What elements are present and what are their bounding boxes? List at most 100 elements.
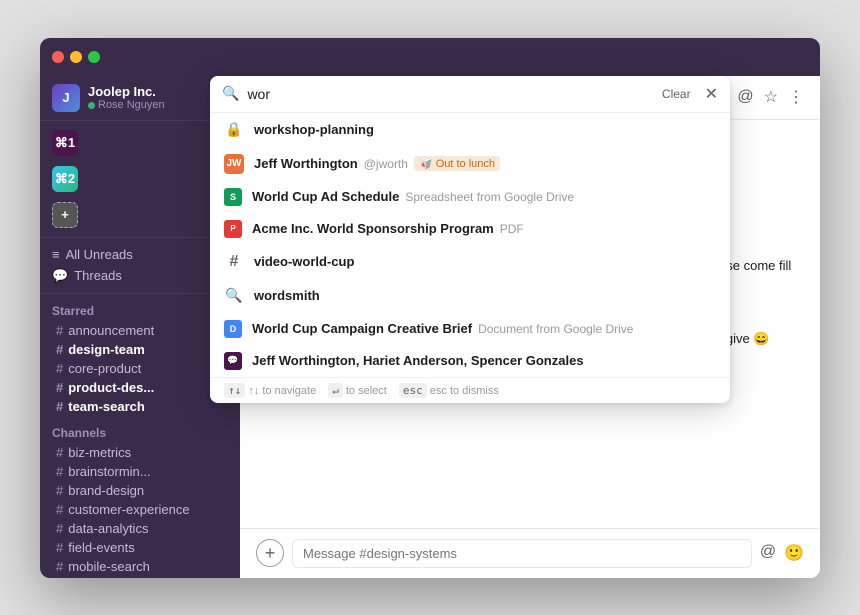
gdoc-icon: D bbox=[224, 320, 242, 338]
search-result-workshop[interactable]: 🔒 workshop-planning bbox=[210, 113, 730, 147]
result-main: World Cup Ad Schedule Spreadsheet from G… bbox=[252, 189, 716, 204]
workspace-avatar: J bbox=[52, 84, 80, 112]
emoji-icon[interactable]: 🙂 bbox=[784, 543, 804, 563]
workspace-user: Rose Nguyen bbox=[88, 99, 165, 111]
search-result-worldcup-sheet[interactable]: S World Cup Ad Schedule Spreadsheet from… bbox=[210, 181, 730, 213]
maximize-button[interactable] bbox=[88, 51, 100, 63]
channel-label: brainstormin... bbox=[68, 464, 150, 479]
channel-brand-design[interactable]: # brand-design bbox=[44, 481, 236, 500]
channel-biz-metrics[interactable]: # biz-metrics bbox=[44, 443, 236, 462]
search-result-worldcup-doc[interactable]: D World Cup Campaign Creative Brief Docu… bbox=[210, 313, 730, 345]
search-result-group-dm[interactable]: 💬 Jeff Worthington, Hariet Anderson, Spe… bbox=[210, 345, 730, 377]
select-label: to select bbox=[346, 385, 387, 397]
slack-message-icon: 💬 bbox=[224, 352, 242, 370]
starred-channel-design-team[interactable]: # design-team bbox=[44, 340, 236, 359]
starred-channel-team-search[interactable]: # team-search bbox=[44, 397, 236, 416]
result-main: World Cup Campaign Creative Brief Docume… bbox=[252, 321, 716, 336]
shortcut-icon-2: ⌘2 bbox=[52, 166, 78, 192]
result-title: wordsmith bbox=[254, 288, 320, 303]
hash-icon: # bbox=[56, 380, 63, 395]
message-input[interactable] bbox=[292, 539, 752, 568]
nav-threads-icon: 💬 bbox=[52, 268, 68, 284]
result-main: Jeff Worthington, Hariet Anderson, Spenc… bbox=[252, 353, 716, 368]
message-input-bar: + @ 🙂 bbox=[240, 528, 820, 578]
result-main: workshop-planning bbox=[254, 122, 716, 137]
channels-header: Channels bbox=[40, 416, 240, 443]
app-window: J Joolep Inc. Rose Nguyen ⌘1 ⌘2 bbox=[40, 38, 820, 578]
result-title: World Cup Ad Schedule bbox=[252, 189, 399, 204]
at-icon[interactable]: @ bbox=[737, 88, 753, 106]
minimize-button[interactable] bbox=[70, 51, 82, 63]
online-indicator bbox=[88, 102, 95, 109]
result-subtitle: Spreadsheet from Google Drive bbox=[405, 190, 574, 204]
result-subtitle: Document from Google Drive bbox=[478, 322, 633, 336]
navigate-hint: ↑↓ ↑↓ to navigate bbox=[224, 384, 316, 397]
search-close-button[interactable]: ✕ bbox=[705, 84, 718, 104]
channel-customer-experience[interactable]: # customer-experience bbox=[44, 500, 236, 519]
star-icon[interactable]: ☆ bbox=[764, 87, 778, 107]
search-result-jeff[interactable]: JW Jeff Worthington @jworth 🥡 Out to lun… bbox=[210, 147, 730, 181]
navigate-label: ↑↓ to navigate bbox=[248, 385, 316, 397]
starred-channel-core-product[interactable]: # core-product bbox=[44, 359, 236, 378]
nav-threads-label: Threads bbox=[74, 268, 122, 283]
hash-icon: # bbox=[56, 399, 63, 414]
navigate-key: ↑↓ bbox=[224, 383, 245, 398]
input-icons: @ 🙂 bbox=[760, 543, 804, 563]
at-mention-icon[interactable]: @ bbox=[760, 543, 776, 563]
search-result-wordsmith[interactable]: 🔍 wordsmith bbox=[210, 279, 730, 313]
result-title: Jeff Worthington, Hariet Anderson, Spenc… bbox=[252, 353, 584, 368]
channel-label: biz-metrics bbox=[68, 445, 131, 460]
workspace-info: Joolep Inc. Rose Nguyen bbox=[88, 84, 165, 112]
channel-header-right: @ ☆ ⋮ bbox=[737, 87, 804, 107]
starred-channel-announcement[interactable]: # announcement bbox=[44, 321, 236, 340]
status-badge: 🥡 Out to lunch bbox=[414, 156, 500, 171]
search-input[interactable] bbox=[247, 86, 647, 102]
search-clear-button[interactable]: Clear bbox=[656, 85, 697, 103]
lock-icon: 🔒 bbox=[224, 120, 244, 140]
add-attachment-button[interactable]: + bbox=[256, 539, 284, 567]
user-name: Rose Nguyen bbox=[98, 99, 165, 111]
result-subtitle: PDF bbox=[500, 222, 524, 236]
close-button[interactable] bbox=[52, 51, 64, 63]
result-main: Acme Inc. World Sponsorship Program PDF bbox=[252, 221, 716, 236]
add-icon: + bbox=[52, 202, 78, 228]
channel-data-analytics[interactable]: # data-analytics bbox=[44, 519, 236, 538]
channel-label: customer-experience bbox=[68, 502, 189, 517]
shortcut-icon-1: ⌘1 bbox=[52, 130, 78, 156]
result-handle: @jworth bbox=[364, 157, 408, 171]
result-title: Jeff Worthington bbox=[254, 156, 358, 171]
hash-icon: # bbox=[56, 502, 63, 517]
search-icon: 🔍 bbox=[224, 286, 244, 306]
search-results: 🔒 workshop-planning JW Jeff Worthington … bbox=[210, 113, 730, 377]
dismiss-label: esc to dismiss bbox=[430, 385, 499, 397]
traffic-lights bbox=[52, 51, 100, 63]
channel-label: product-des... bbox=[68, 380, 154, 395]
search-result-video-world-cup[interactable]: # video-world-cup bbox=[210, 245, 730, 279]
titlebar bbox=[40, 38, 820, 76]
hash-icon: # bbox=[56, 521, 63, 536]
result-main: wordsmith bbox=[254, 288, 716, 303]
search-icon: 🔍 bbox=[222, 85, 239, 102]
channel-field-events[interactable]: # field-events bbox=[44, 538, 236, 557]
channel-label: brand-design bbox=[68, 483, 144, 498]
channel-label: mobile-search bbox=[68, 559, 150, 574]
channel-mobile-search[interactable]: # mobile-search bbox=[44, 557, 236, 576]
channel-brainstormin[interactable]: # brainstormin... bbox=[44, 462, 236, 481]
select-key: ↵ bbox=[328, 383, 343, 398]
result-title: World Cup Campaign Creative Brief bbox=[252, 321, 472, 336]
search-footer: ↑↓ ↑↓ to navigate ↵ to select esc esc to… bbox=[210, 377, 730, 403]
channel-label: design-team bbox=[68, 342, 145, 357]
search-result-acme[interactable]: P Acme Inc. World Sponsorship Program PD… bbox=[210, 213, 730, 245]
dismiss-key: esc bbox=[399, 383, 427, 398]
hash-icon: # bbox=[56, 559, 63, 574]
hash-icon: # bbox=[56, 342, 63, 357]
hash-icon: # bbox=[56, 540, 63, 555]
hash-icon: # bbox=[56, 361, 63, 376]
more-icon[interactable]: ⋮ bbox=[788, 87, 804, 107]
starred-channel-product-des[interactable]: # product-des... bbox=[44, 378, 236, 397]
select-hint: ↵ to select bbox=[328, 384, 387, 397]
result-main: video-world-cup bbox=[254, 254, 716, 269]
search-dropdown: 🔍 Clear ✕ 🔒 workshop-planning JW bbox=[210, 76, 730, 403]
nav-unreads-icon: ≡ bbox=[52, 247, 60, 262]
channel-random[interactable]: # random bbox=[44, 576, 236, 578]
